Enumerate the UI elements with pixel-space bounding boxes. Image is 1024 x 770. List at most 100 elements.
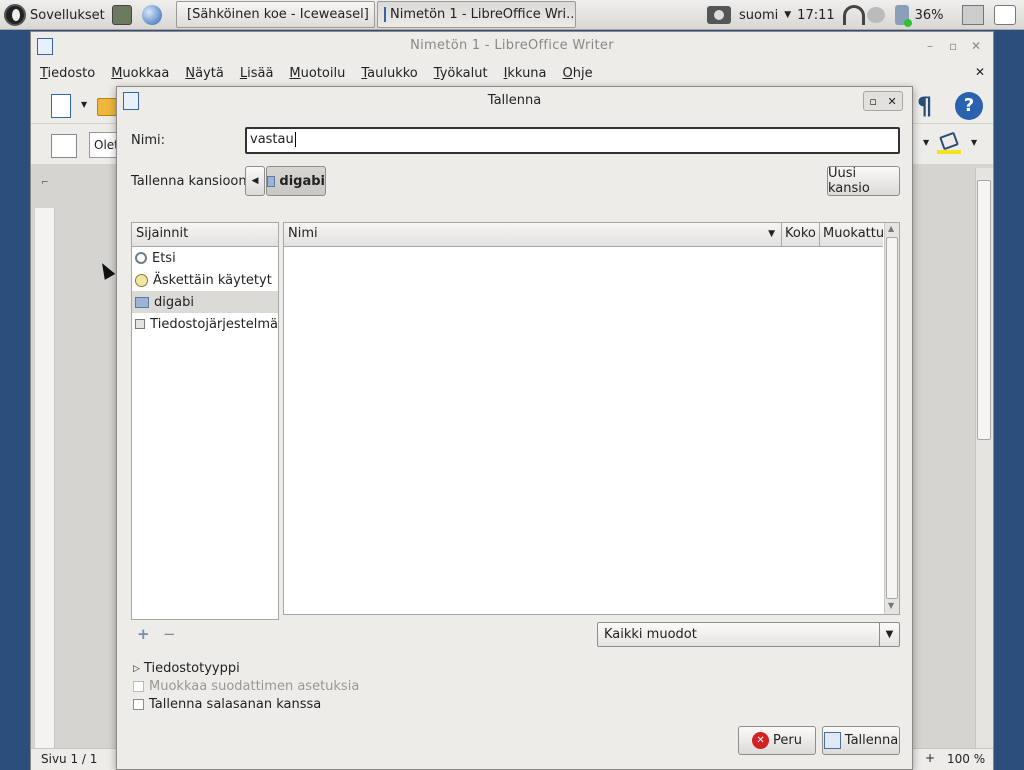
drive-icon: [135, 319, 146, 329]
save-button[interactable]: Tallenna: [822, 726, 900, 755]
column-name-label: Nimi: [288, 226, 318, 241]
browser-icon[interactable]: [142, 5, 162, 25]
camera-icon[interactable]: [707, 6, 731, 24]
place-label: Tiedostojärjestelmä: [150, 316, 278, 332]
path-back-button[interactable]: ◀: [245, 166, 265, 196]
place-search[interactable]: Etsi: [132, 247, 278, 269]
zoom-level[interactable]: 100 %: [947, 752, 985, 766]
save-in-folder-label: Tallenna kansioon:: [131, 174, 251, 189]
debian-logo-icon: [4, 4, 26, 26]
vertical-ruler: [35, 208, 55, 748]
file-type-label: Tiedostotyyppi: [143, 661, 240, 676]
path-segment-digabi[interactable]: digabi: [266, 166, 326, 196]
place-digabi[interactable]: digabi: [132, 291, 278, 313]
places-header[interactable]: Sijainnit: [132, 223, 278, 247]
keyboard-layout[interactable]: suomi: [739, 8, 778, 23]
power-icon[interactable]: [993, 5, 1016, 25]
menu-taulukko[interactable]: Taulukko: [361, 66, 417, 81]
network-icon[interactable]: [866, 7, 885, 23]
highlight-color-icon[interactable]: [937, 131, 961, 154]
maximize-icon[interactable]: ▫: [949, 39, 957, 53]
file-list[interactable]: Nimi ▼ Koko Muokattu ▲ ▼: [283, 222, 900, 615]
task-label: [Sähköinen koe - Iceweasel]: [187, 7, 369, 22]
file-filter-value: Kaikki muodot: [604, 627, 697, 642]
new-document-icon[interactable]: [51, 94, 71, 118]
minimize-icon[interactable]: –: [927, 39, 933, 53]
filename-input[interactable]: vastau: [245, 127, 900, 154]
scrollbar-thumb[interactable]: [886, 237, 898, 599]
column-size[interactable]: Koko: [782, 223, 820, 246]
menu-muokkaa[interactable]: Muokkaa: [111, 66, 169, 81]
chevron-down-icon[interactable]: ▼: [81, 100, 87, 109]
clock[interactable]: 17:11: [797, 8, 834, 23]
sort-down-icon: ▼: [768, 229, 775, 239]
menu-ohje[interactable]: Ohje: [563, 66, 593, 81]
menu-nayta[interactable]: Näytä: [185, 66, 223, 81]
scroll-up-icon[interactable]: ▲: [888, 224, 894, 233]
menu-ikkuna[interactable]: Ikkuna: [504, 66, 547, 81]
maximize-icon[interactable]: ▫: [869, 95, 876, 108]
ruler-corner: ⌐: [41, 178, 49, 188]
close-icon[interactable]: ✕: [887, 95, 896, 108]
search-icon: [135, 252, 147, 264]
workspace-switcher-icon[interactable]: [961, 5, 984, 25]
applications-menu[interactable]: Sovellukset: [4, 3, 105, 27]
formatting-marks-icon[interactable]: ¶: [917, 93, 939, 119]
cancel-icon: ✕: [752, 732, 770, 749]
close-icon[interactable]: ✕: [971, 39, 981, 53]
close-document-icon[interactable]: ✕: [975, 65, 985, 79]
chevron-down-icon[interactable]: ▼: [784, 10, 791, 20]
dialog-controls: ▫ ✕: [863, 91, 903, 111]
battery-icon[interactable]: [894, 5, 912, 27]
save-label: Tallenna: [844, 733, 899, 748]
place-filesystem[interactable]: Tiedostojärjestelmä: [132, 313, 278, 335]
applications-menu-label: Sovellukset: [30, 7, 105, 23]
column-name[interactable]: Nimi ▼: [284, 223, 782, 246]
remove-place-icon[interactable]: −: [163, 625, 176, 643]
chevron-left-icon: ◀: [251, 176, 259, 186]
new-folder-button[interactable]: Uusi kansio: [827, 166, 900, 196]
zoom-in-icon[interactable]: +: [925, 751, 935, 765]
menu-tiedosto[interactable]: Tiedosto: [40, 66, 95, 81]
filename-value: vastau: [250, 132, 294, 147]
scroll-down-icon[interactable]: ▼: [888, 601, 894, 610]
menu-lisaa[interactable]: Lisää: [240, 66, 274, 81]
folder-icon: [135, 296, 149, 308]
file-filter-select[interactable]: Kaikki muodot ▼: [597, 622, 900, 647]
cancel-label: Peru: [773, 733, 802, 748]
menu-tyokalut[interactable]: Työkalut: [434, 66, 488, 81]
paragraph-style-box[interactable]: Olet: [89, 132, 117, 158]
file-type-expander[interactable]: ▷ Tiedostotyyppi: [133, 661, 240, 676]
task-label: Nimetön 1 - LibreOffice Wri...: [390, 7, 576, 22]
save-password-checkbox[interactable]: [133, 699, 144, 710]
chevron-down-icon[interactable]: ▼: [971, 138, 977, 147]
column-modified[interactable]: Muokattu: [820, 223, 884, 246]
styles-icon[interactable]: [51, 134, 77, 158]
task-writer[interactable]: Nimetön 1 - LibreOffice Wri...: [377, 1, 576, 28]
help-icon[interactable]: ?: [955, 92, 983, 120]
menubar: Tiedosto Muokkaa Näytä Lisää Muotoilu Ta…: [31, 60, 993, 86]
edit-filter-option: Muokkaa suodattimen asetuksia: [133, 679, 359, 694]
open-folder-icon[interactable]: [97, 98, 117, 116]
cancel-button[interactable]: ✕ Peru: [738, 726, 816, 755]
edit-filter-checkbox: [133, 681, 144, 692]
place-label: digabi: [154, 294, 194, 310]
place-recent[interactable]: Äskettäin käytetyt: [132, 269, 278, 291]
vertical-scrollbar[interactable]: [975, 168, 993, 748]
scrollbar-thumb[interactable]: [977, 180, 991, 440]
menu-muotoilu[interactable]: Muotoilu: [289, 66, 345, 81]
desktop-icon[interactable]: [112, 5, 132, 25]
places-panel: Sijainnit Etsi Äskettäin käytetyt digabi…: [131, 222, 279, 620]
headphones-icon[interactable]: [842, 5, 865, 25]
save-icon: [823, 732, 841, 749]
place-label: Äskettäin käytetyt: [153, 272, 272, 288]
edit-filter-label: Muokkaa suodattimen asetuksia: [149, 679, 360, 694]
task-iceweasel[interactable]: [Sähköinen koe - Iceweasel]: [176, 1, 375, 28]
file-list-scrollbar[interactable]: ▲ ▼: [884, 223, 899, 614]
top-panel: Sovellukset [Sähköinen koe - Iceweasel] …: [0, 0, 1024, 30]
chevron-down-icon[interactable]: ▼: [923, 138, 929, 147]
chevron-down-icon: ▼: [879, 623, 899, 646]
place-label: Etsi: [152, 250, 176, 266]
add-place-icon[interactable]: +: [137, 625, 150, 643]
save-password-option[interactable]: Tallenna salasanan kanssa: [133, 697, 321, 712]
